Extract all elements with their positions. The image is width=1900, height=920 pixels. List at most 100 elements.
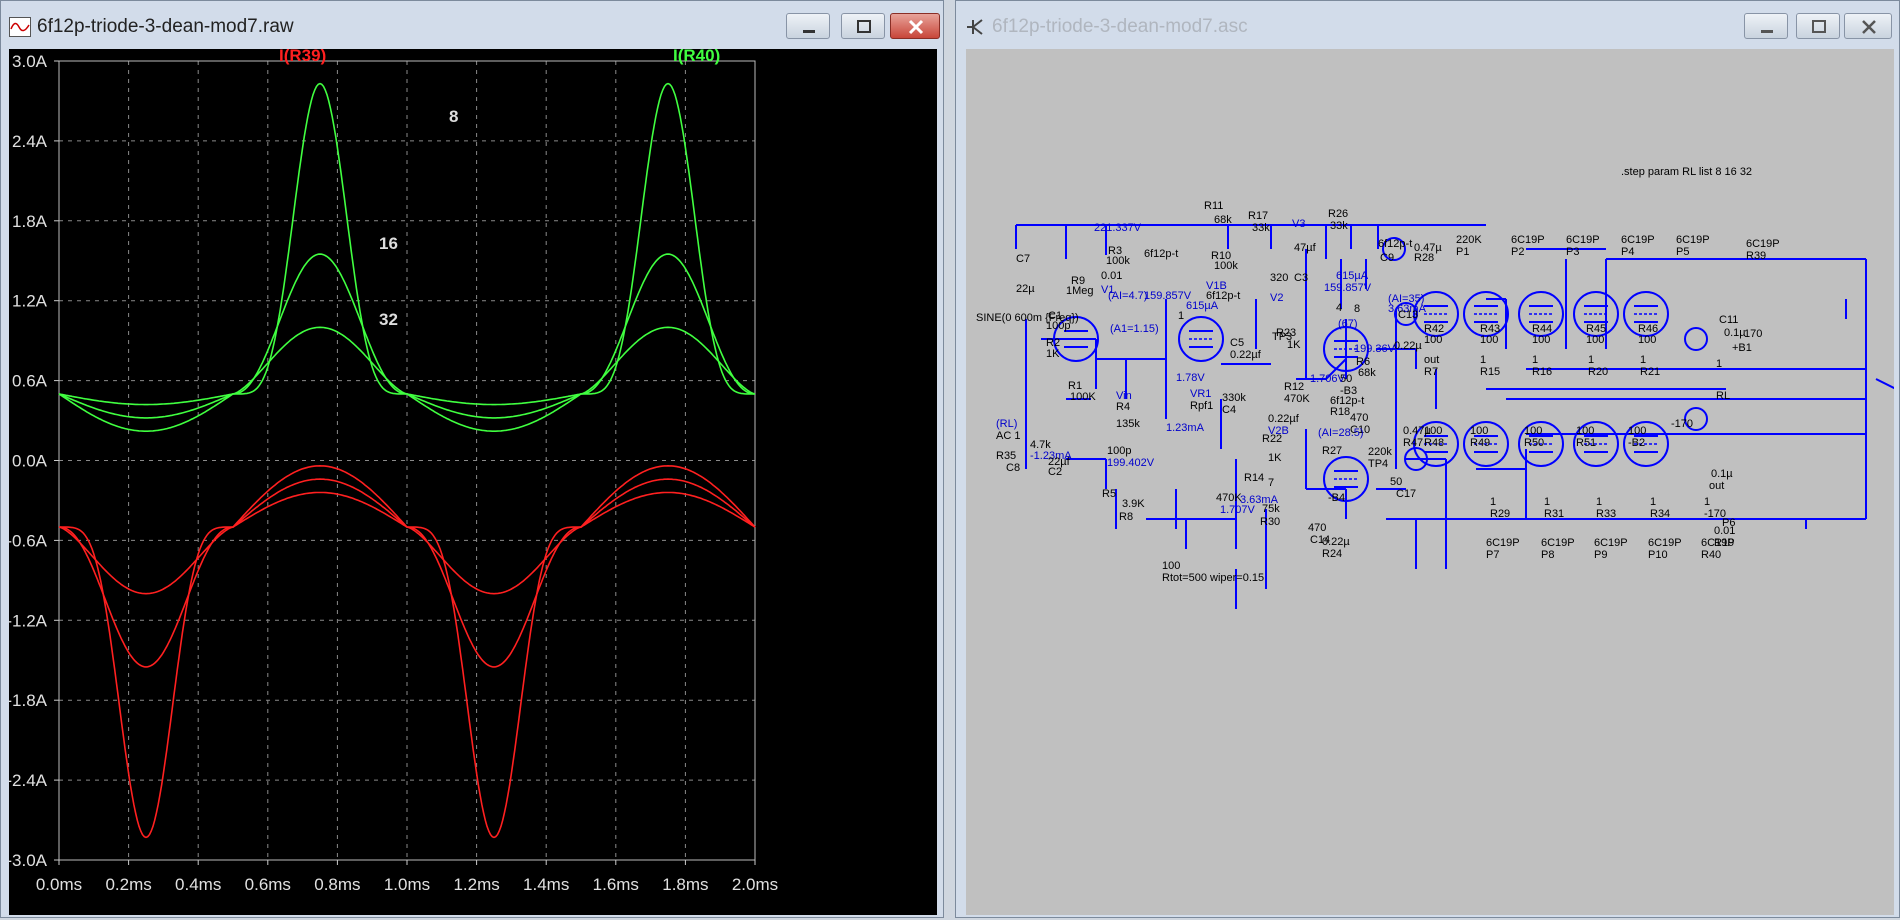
schematic-label: C7 — [1016, 253, 1030, 265]
y-tick-label: -1.2A — [9, 611, 48, 630]
schematic-label: out — [1424, 354, 1439, 366]
schematic-label: 0.01 — [1714, 525, 1735, 537]
schematic-label: 100 — [1638, 334, 1656, 346]
schematic-label: 100p — [1046, 320, 1070, 332]
schematic-label: 220k — [1368, 446, 1392, 458]
schematic-label: 1 — [1650, 496, 1656, 508]
schematic-label: 0.22µf — [1230, 349, 1262, 361]
x-axis-ticks: 0.0ms 0.2ms 0.4ms 0.6ms 0.8ms 1.0ms 1.2ms 1.4ms… — [36, 860, 778, 894]
schematic-label: C3 — [1294, 272, 1308, 284]
minimize-icon — [803, 30, 815, 33]
schematic-label: R19 — [1714, 537, 1734, 549]
y-axis-ticks: 3.0A 2.4A 1.8A 1.2A 0.6A 0.0A -0.6A -1.2A -1.8A -… — [6, 52, 59, 870]
schematic-label: 6C19P — [1621, 234, 1655, 246]
schematic-label: 6C19P — [1594, 537, 1628, 549]
schematic-label: 100 — [1424, 425, 1442, 437]
schematic-label: 100 — [1480, 334, 1498, 346]
schematic-label: Rtot=500 wiper=0.15 — [1162, 572, 1264, 584]
y-tick-label: -0.6A — [9, 531, 48, 550]
schematic-label: 33k — [1252, 222, 1270, 234]
close-button[interactable] — [1844, 13, 1892, 39]
close-button[interactable] — [890, 13, 940, 39]
x-tick-label: 1.0ms — [384, 875, 430, 894]
schematic-label: R31 — [1544, 508, 1564, 520]
y-tick-label: 0.6A — [12, 372, 48, 391]
schematic-label: 7 — [1268, 477, 1274, 489]
waveform-plot[interactable]: 3.0A 2.4A 1.8A 1.2A 0.6A 0.0A -0.6A -1.2A -1.8A -… — [6, 46, 937, 915]
schematic-label: AC 1 — [996, 430, 1020, 442]
schematic-label: 1Meg — [1066, 285, 1094, 297]
schematic-label: 6C19P — [1648, 537, 1682, 549]
plot-pane[interactable]: 3.0A 2.4A 1.8A 1.2A 0.6A 0.0A -0.6A -1.2A -1.8A -… — [6, 46, 937, 915]
schematic-label: 1 — [1544, 496, 1550, 508]
schematic-window[interactable]: 6f12p-triode-3-dean-mod7.asc R11 68k R17 33… — [955, 0, 1900, 918]
plot-grid — [58, 60, 756, 861]
schematic-label: 1 — [1704, 496, 1710, 508]
x-tick-label: 1.8ms — [662, 875, 708, 894]
maximize-button[interactable] — [1796, 13, 1840, 39]
minimize-button[interactable] — [1744, 13, 1788, 39]
schematic-app-icon — [967, 19, 983, 35]
schematic-label: TP4 — [1368, 458, 1388, 470]
schematic-label: 33k — [1330, 220, 1348, 232]
schematic-label: P9 — [1594, 549, 1607, 561]
trace-r39-curve — [58, 491, 756, 595]
minimize-icon — [1761, 30, 1773, 33]
schematic-label: C5 — [1230, 337, 1244, 349]
y-tick-label: 0.0A — [12, 452, 48, 471]
schematic-label: R30 — [1260, 516, 1280, 528]
schematic-label: C11 — [1719, 314, 1738, 326]
maximize-button[interactable] — [841, 13, 885, 39]
schematic-label: 470 — [1350, 412, 1368, 424]
waveform-window[interactable]: 6f12p-triode-3-dean-mod7.raw 3.0A 2.4A 1.8… — [0, 0, 944, 918]
schematic-label: R4 — [1116, 401, 1130, 413]
schematic-label: P8 — [1541, 549, 1554, 561]
schematic-label: +B1 — [1732, 342, 1752, 354]
schematic-label: VR1 — [1190, 388, 1211, 400]
spice-directive[interactable]: .step param RL list 8 16 32 — [1621, 166, 1752, 178]
schematic-label: 220K — [1456, 234, 1482, 246]
y-tick-label: 1.2A — [12, 292, 48, 311]
vacuum-tube-symbol — [1178, 316, 1224, 362]
schematic-label: R24 — [1322, 548, 1342, 560]
schematic-label: R22 — [1262, 433, 1282, 445]
schematic-label: -B4 — [1328, 492, 1345, 504]
window-title: 6f12p-triode-3-dean-mod7.asc — [992, 16, 1248, 37]
schematic-label: 1K — [1046, 348, 1060, 360]
schematic-label: -170 — [1671, 418, 1693, 430]
schematic-label: 0.01 — [1101, 270, 1122, 282]
schematic-label: R18 — [1330, 406, 1350, 418]
schematic-label: 100 — [1524, 425, 1542, 437]
schematic-label: 6f12p-t — [1378, 238, 1412, 250]
schematic-canvas[interactable]: R11 68k R17 33k V3 R26 33k 221.337V C7 22µ R9 1Meg R… — [966, 49, 1897, 915]
schematic-label: C8 — [1006, 462, 1020, 474]
schematic-label: 0.1µ — [1711, 468, 1733, 480]
minimize-button[interactable] — [786, 13, 830, 39]
schematic-label: 135k — [1116, 418, 1140, 430]
schematic-label: 615µA — [1336, 270, 1369, 282]
schematic-label: 6C19P — [1541, 537, 1575, 549]
schematic-label: 50 — [1390, 476, 1402, 488]
trace-label-r40[interactable]: I(R40) — [673, 46, 720, 65]
schematic-label: R34 — [1650, 508, 1670, 520]
schematic-label: C9 — [1380, 252, 1394, 264]
step-label-8: 8 — [449, 107, 458, 126]
title-bar[interactable]: 6f12p-triode-3-dean-mod7.asc — [956, 1, 1899, 53]
circuit-schematic[interactable]: R1168k R1733k V3R2633k221.337VC722µR91MegR… — [966, 49, 1897, 915]
schematic-label: 6C19P — [1676, 234, 1710, 246]
x-tick-label: 1.2ms — [453, 875, 499, 894]
trace-label-r39[interactable]: I(R39) — [279, 46, 326, 65]
schematic-label: Rpf1 — [1190, 400, 1213, 412]
schematic-label: C13 — [1398, 309, 1418, 321]
x-tick-label: 0.0ms — [36, 875, 82, 894]
schematic-label: 221.337V — [1094, 222, 1142, 234]
schematic-label: R33 — [1596, 508, 1616, 520]
schematic-label: 6C19P — [1486, 537, 1520, 549]
schematic-label: 170 — [1744, 328, 1762, 340]
close-icon — [1862, 20, 1876, 34]
schematic-label: P3 — [1566, 246, 1579, 258]
schematic-label: 1 — [1716, 358, 1722, 370]
schematic-label: 330k — [1222, 392, 1246, 404]
title-bar[interactable]: 6f12p-triode-3-dean-mod7.raw — [1, 1, 943, 53]
schematic-label: R15 — [1480, 366, 1500, 378]
